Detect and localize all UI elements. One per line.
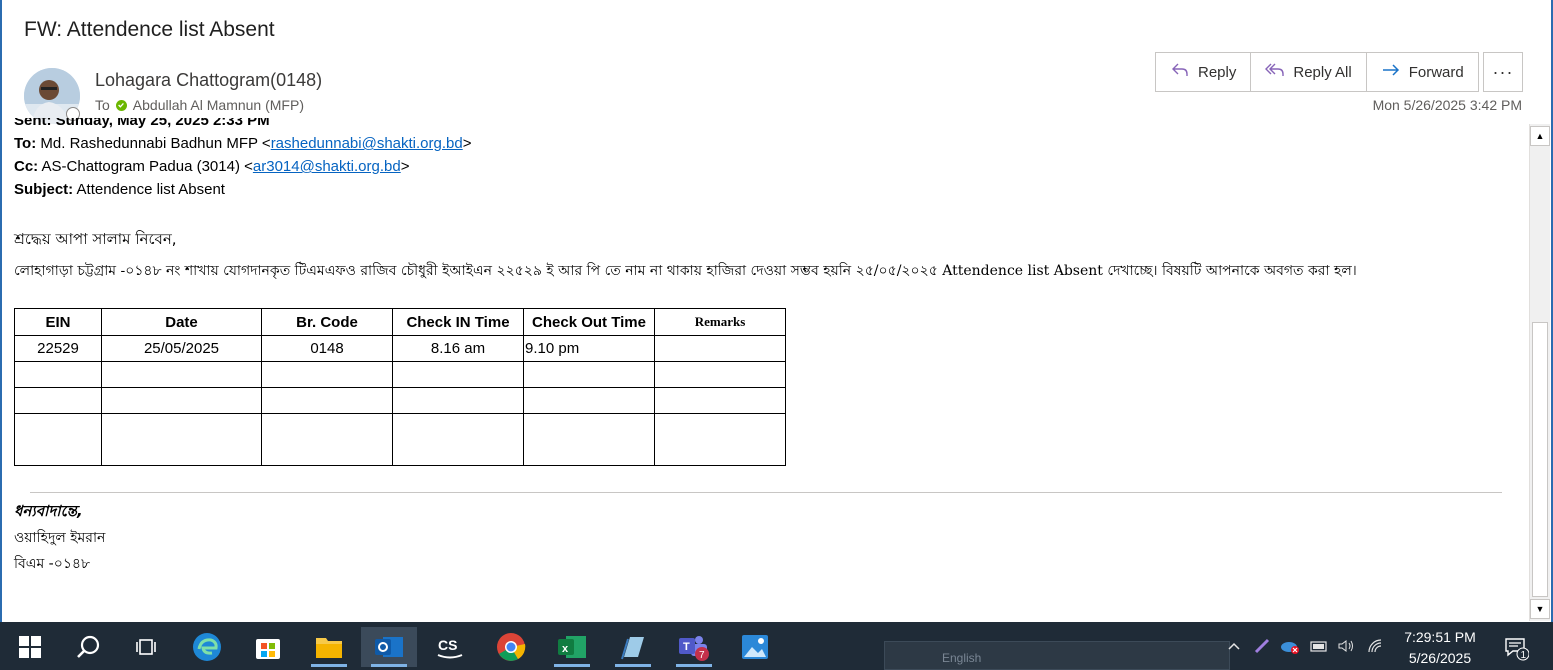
to-label: To [95, 97, 110, 113]
cell-check-in: 8.16 am [392, 335, 524, 362]
reply-all-label: Reply All [1293, 63, 1352, 81]
signature-closing: ধন্যবাদান্তে, [14, 502, 83, 520]
reply-icon [1170, 60, 1190, 84]
outlook-reading-pane: FW: Attendence list Absent Lohagara Chat… [0, 0, 1553, 670]
forward-cc-line: Cc: AS-Chattogram Padua (3014) <ar3014@s… [14, 158, 409, 175]
store-icon[interactable] [240, 627, 296, 667]
body-paragraph: লোহাগাড়া চট্টগ্রাম -০১৪৮ নং শাখায় যোগদ… [14, 263, 1357, 279]
forward-subject-line: Subject: Attendence list Absent [14, 181, 225, 198]
file-explorer-icon[interactable] [301, 627, 357, 667]
svg-text:T: T [683, 641, 690, 653]
fwd-to-text: Md. Rashedunnabi Badhun MFP < [40, 135, 271, 152]
fwd-to-email-link[interactable]: rashedunnabi@shakti.org.bd [271, 135, 463, 152]
reply-all-icon [1265, 60, 1285, 84]
system-clock[interactable]: 7:29:51 PM 5/26/2025 [1395, 627, 1485, 669]
fwd-to-label: To: [14, 135, 37, 152]
cell-check-out: 9.10 pm [523, 335, 655, 362]
table-header-row: EIN Date Br. Code Check IN Time Check Ou… [14, 308, 786, 336]
svg-text:CS: CS [438, 637, 457, 653]
signature-divider [30, 492, 1502, 493]
photos-icon[interactable] [727, 627, 783, 667]
forward-label: Forward [1408, 63, 1464, 81]
fwd-cc-text: AS-Chattogram Padua (3014) < [41, 158, 253, 175]
message-actions: Reply Reply All Forward [1155, 52, 1479, 92]
available-presence-icon [115, 99, 127, 111]
recipient-line: To Abdullah Al Mamnun (MFP) [95, 97, 304, 113]
header-br-code: Br. Code [261, 308, 393, 336]
task-view-icon[interactable] [118, 627, 174, 667]
chevron-up-icon[interactable] [1224, 636, 1244, 656]
language-toolbar [884, 641, 1230, 670]
cell-ein: 22529 [14, 335, 102, 362]
table-row-empty [14, 387, 786, 414]
fwd-cc-email-link[interactable]: ar3014@shakti.org.bd [253, 158, 401, 175]
fwd-subject-label: Subject: [14, 181, 74, 198]
teams-badge-count: 7 [699, 650, 705, 661]
forward-icon [1381, 60, 1401, 84]
outlook-icon[interactable] [361, 627, 417, 667]
attendance-table: EIN Date Br. Code Check IN Time Check Ou… [14, 308, 786, 466]
scroll-up-button[interactable]: ▲ [1530, 126, 1550, 146]
scroll-thumb[interactable] [1532, 322, 1548, 597]
fwd-cc-close: > [400, 158, 410, 175]
greeting: শ্রদ্ধেয় আপা সালাম নিবেন, [14, 230, 177, 248]
scroll-down-button[interactable]: ▼ [1530, 599, 1550, 619]
pen-icon[interactable] [1252, 636, 1272, 656]
battery-icon[interactable] [1309, 636, 1329, 656]
clock-time: 7:29:51 PM [1404, 629, 1476, 645]
more-actions-button[interactable]: ··· [1483, 52, 1523, 92]
notepad-icon[interactable] [605, 627, 661, 667]
cloud-error-icon[interactable] [1280, 636, 1300, 656]
received-date: Mon 5/26/2025 3:42 PM [1372, 97, 1522, 113]
sent-line: Sent: Sunday, May 25, 2025 2:33 PM [14, 118, 270, 129]
header-date: Date [101, 308, 262, 336]
fwd-to-close: > [462, 135, 472, 152]
header-ein: EIN [14, 308, 102, 336]
reply-label: Reply [1198, 63, 1237, 81]
volume-icon[interactable] [1337, 636, 1357, 656]
table-row-empty [14, 413, 786, 466]
svg-text:x: x [562, 643, 569, 655]
wifi-icon[interactable] [1366, 636, 1386, 656]
language-indicator[interactable]: English [942, 651, 981, 665]
cell-date: 25/05/2025 [101, 335, 262, 362]
notification-count: 1 [1521, 650, 1527, 661]
teams-icon[interactable]: T7 [666, 627, 722, 667]
forward-button[interactable]: Forward [1367, 53, 1478, 91]
fwd-cc-label: Cc: [14, 158, 39, 175]
cell-br-code: 0148 [261, 335, 393, 362]
header-check-out: Check Out Time [523, 308, 655, 336]
email-subject: FW: Attendence list Absent [24, 18, 275, 41]
signature-name: ওয়াহিদুল ইমরান [14, 530, 106, 546]
fwd-subject-text: Attendence list Absent [76, 181, 225, 198]
recipient-name[interactable]: Abdullah Al Mamnun (MFP) [133, 97, 304, 113]
header-check-in: Check IN Time [392, 308, 524, 336]
message-scrollbar[interactable]: ▲ ▼ [1529, 124, 1550, 621]
chrome-icon[interactable] [483, 627, 539, 667]
sender-name[interactable]: Lohagara Chattogram(0148) [95, 70, 322, 91]
cell-remarks [654, 335, 786, 362]
table-row-empty [14, 361, 786, 388]
message-body: Sent: Sunday, May 25, 2025 2:33 PM To: M… [2, 118, 1527, 622]
notification-center-icon[interactable]: 1 [1503, 635, 1530, 661]
search-icon[interactable] [60, 627, 116, 667]
excel-icon[interactable]: x [544, 627, 600, 667]
reply-button[interactable]: Reply [1156, 53, 1252, 91]
start-icon[interactable] [2, 627, 58, 667]
cs-icon[interactable]: CS [422, 627, 478, 667]
signature-title: বিএম -০১৪৮ [14, 556, 91, 572]
reply-all-button[interactable]: Reply All [1251, 53, 1367, 91]
table-row: 22529 25/05/2025 0148 8.16 am 9.10 pm [14, 335, 786, 362]
header-remarks: Remarks [654, 308, 786, 336]
clock-date: 5/26/2025 [1408, 650, 1472, 666]
edge-icon[interactable] [179, 627, 235, 667]
forward-to-line: To: Md. Rashedunnabi Badhun MFP <rashedu… [14, 135, 471, 152]
